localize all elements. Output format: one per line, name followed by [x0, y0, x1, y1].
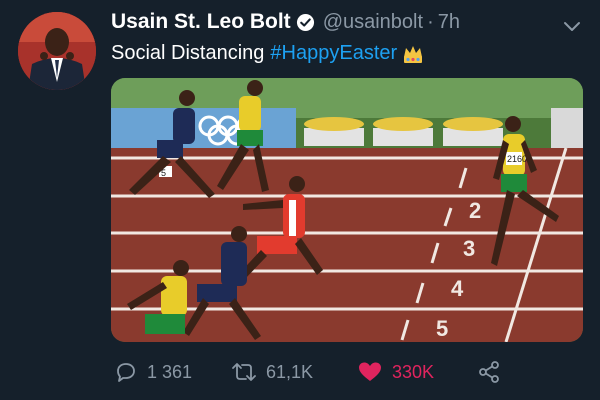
like-button[interactable]: 330K — [357, 360, 434, 384]
user-handle[interactable]: @usainbolt — [323, 11, 423, 34]
reply-icon — [117, 363, 135, 382]
lane-number: 4 — [451, 276, 464, 301]
avatar[interactable] — [18, 12, 96, 90]
chevron-down-icon[interactable] — [560, 14, 584, 38]
svg-text:2160: 2160 — [507, 154, 527, 164]
retweet-count: 61,1K — [266, 361, 314, 382]
retweet-icon — [232, 363, 256, 381]
avatar-image — [18, 12, 96, 90]
separator-dot: · — [427, 10, 434, 33]
tweet-actions: 1 361 61,1K 330K — [111, 360, 581, 388]
tweet-text: Social Distancing #HappyEaster — [111, 42, 424, 65]
hashtag-link[interactable]: #HappyEaster — [270, 42, 397, 65]
tweet-header: Usain St. Leo Bolt @usainbolt · 7h — [111, 10, 460, 34]
heart-icon — [359, 362, 381, 381]
lane-number: 2 — [469, 198, 481, 223]
share-button[interactable] — [477, 360, 510, 384]
verified-badge-icon — [296, 13, 315, 32]
display-name[interactable]: Usain St. Leo Bolt — [111, 10, 291, 34]
lane-number: 3 — [463, 236, 475, 261]
tweet-body-text: Social Distancing — [111, 42, 265, 64]
reply-button[interactable]: 1 361 — [114, 360, 192, 384]
retweet-button[interactable]: 61,1K — [231, 360, 313, 384]
reply-count: 1 361 — [147, 361, 193, 382]
tweet-media-image[interactable]: 2 3 4 5 2160 5 — [111, 78, 583, 342]
crown-emoji-icon — [402, 43, 424, 65]
share-icon — [479, 361, 499, 383]
like-count: 330K — [392, 361, 435, 382]
lane-number: 5 — [436, 316, 448, 341]
tweet-timestamp[interactable]: 7h — [438, 11, 460, 34]
